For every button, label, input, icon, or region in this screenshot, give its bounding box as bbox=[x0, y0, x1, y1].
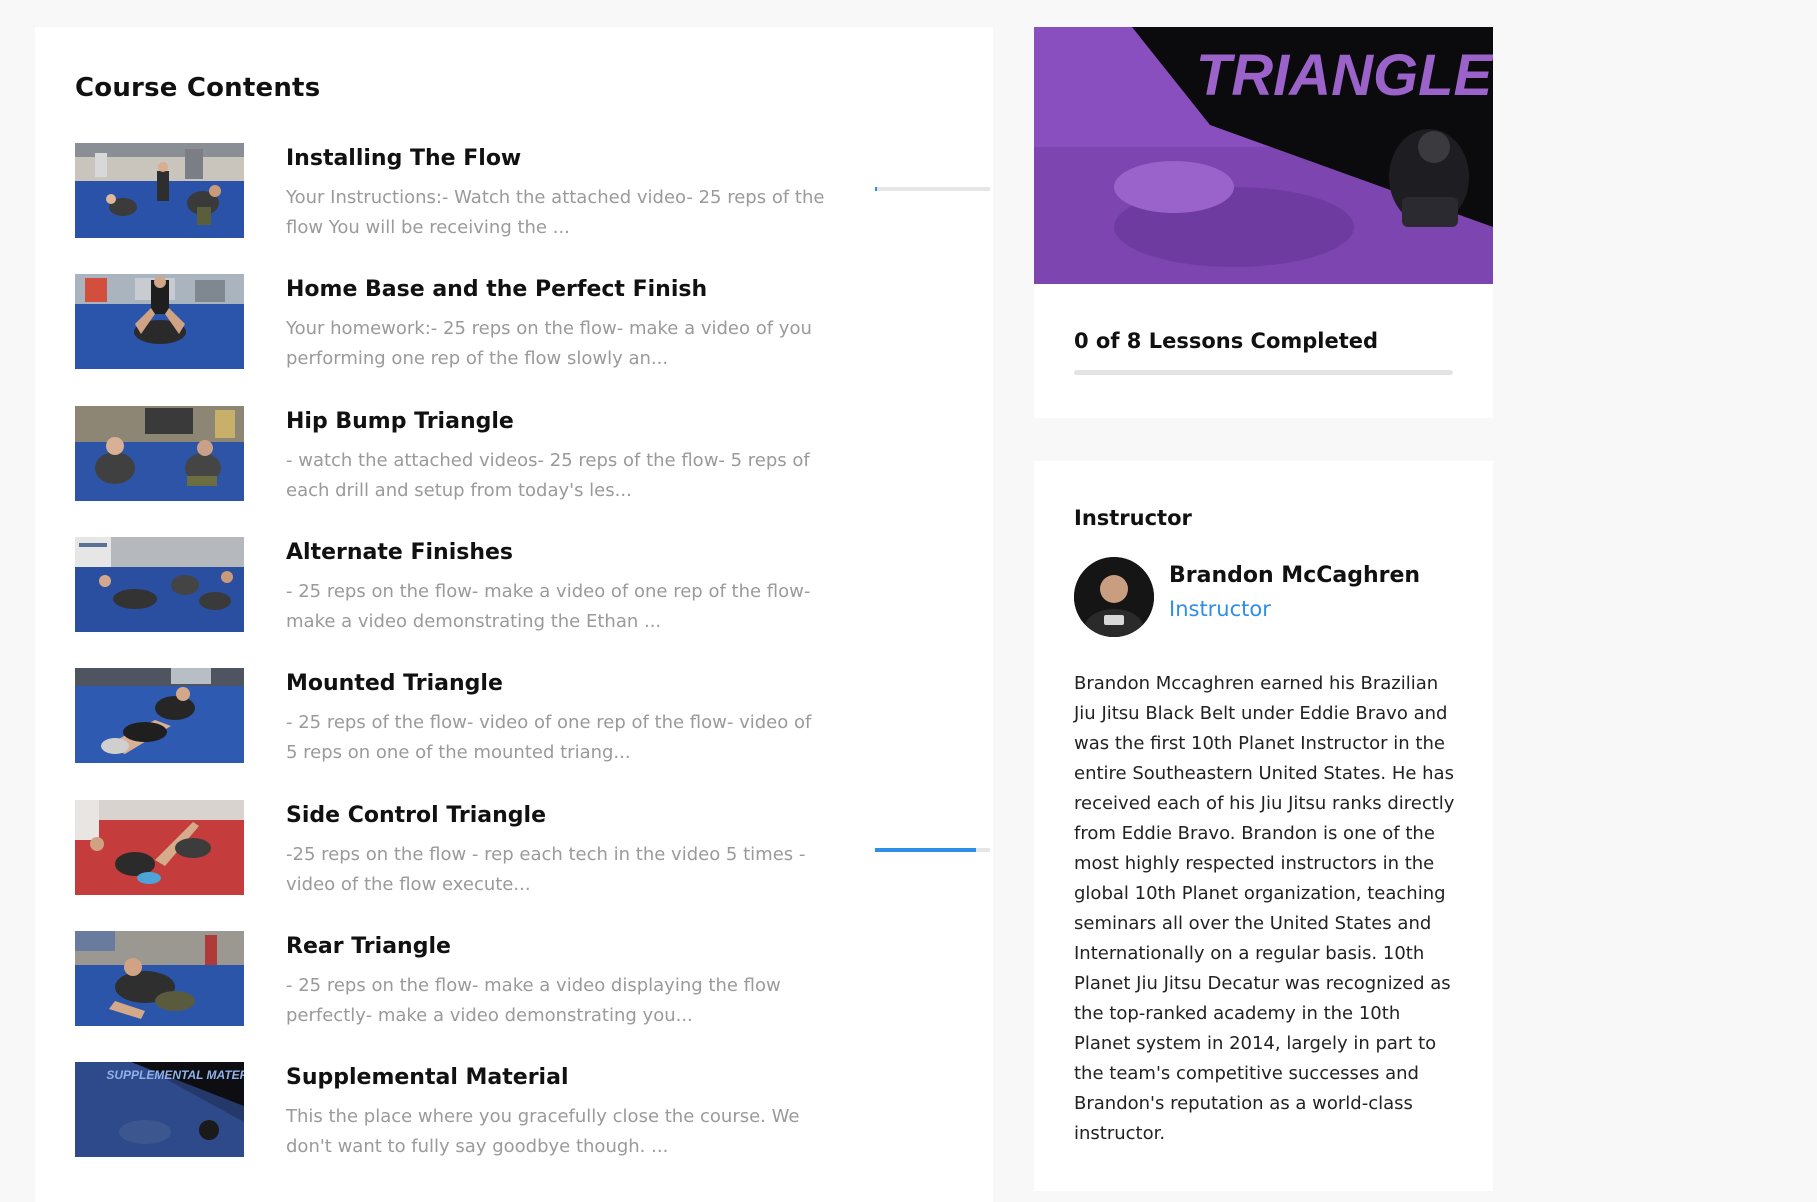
banner-title: TRIANGLE bbox=[1196, 43, 1493, 108]
lesson-description: This the place where you gracefully clos… bbox=[286, 1106, 800, 1157]
instructor-role[interactable]: Instructor bbox=[1169, 597, 1271, 621]
instructor-name[interactable]: Brandon McCaghren bbox=[1169, 563, 1420, 588]
thumbnail-text: SUPPLEMENTAL MATERIAL bbox=[106, 1068, 244, 1082]
lesson-progress-fill bbox=[875, 187, 878, 191]
lesson-thumbnail[interactable] bbox=[75, 274, 244, 369]
lesson-progress-fill bbox=[875, 848, 977, 852]
lesson-progress-bar bbox=[875, 848, 990, 852]
lesson-title[interactable]: Rear Triangle bbox=[286, 934, 451, 959]
course-banner[interactable]: TRIANGLE bbox=[1034, 27, 1493, 284]
lesson-title[interactable]: Home Base and the Perfect Finish bbox=[286, 277, 707, 302]
avatar[interactable] bbox=[1074, 557, 1154, 637]
lesson-thumbnail[interactable] bbox=[75, 931, 244, 1026]
instructor-bio: Brandon Mccaghren earned his Brazilian J… bbox=[1074, 673, 1455, 1144]
lesson-title[interactable]: Mounted Triangle bbox=[286, 671, 503, 696]
lesson-description: - 25 reps on the flow- make a video of o… bbox=[286, 581, 811, 632]
lesson-description: - 25 reps on the flow- make a video disp… bbox=[286, 975, 781, 1026]
instructor-card: Instructor Brandon McCaghren Instructor … bbox=[1034, 461, 1493, 1191]
lesson-title[interactable]: Alternate Finishes bbox=[286, 540, 513, 565]
lesson-description: - 25 reps of the flow- video of one rep … bbox=[286, 712, 812, 763]
lesson-item[interactable]: Installing The Flow Your Instructions:- … bbox=[75, 143, 990, 239]
lesson-description: Your Instructions:- Watch the attached v… bbox=[286, 187, 825, 238]
course-contents-heading: Course Contents bbox=[75, 73, 321, 103]
lesson-progress-bar bbox=[875, 187, 990, 191]
course-progress-card: TRIANGLE 0 of 8 Lessons Completed bbox=[1034, 27, 1493, 418]
course-progress-bar bbox=[1074, 370, 1453, 375]
course-contents-card: Course Contents Installing The Flow Your… bbox=[35, 27, 993, 1202]
lesson-title[interactable]: Hip Bump Triangle bbox=[286, 409, 514, 434]
lesson-description: Your homework:- 25 reps on the flow- mak… bbox=[286, 318, 812, 369]
lesson-thumbnail[interactable] bbox=[75, 800, 244, 895]
lesson-description: - watch the attached videos- 25 reps of … bbox=[286, 450, 810, 501]
lesson-item[interactable]: Side Control Triangle -25 reps on the fl… bbox=[75, 800, 990, 896]
lesson-item[interactable]: SUPPLEMENTAL MATERIAL Supplemental Mater… bbox=[75, 1062, 965, 1158]
lesson-thumbnail[interactable] bbox=[75, 406, 244, 501]
lesson-item[interactable]: Home Base and the Perfect Finish Your ho… bbox=[75, 274, 965, 370]
lesson-thumbnail[interactable] bbox=[75, 537, 244, 632]
lesson-item[interactable]: Hip Bump Triangle - watch the attached v… bbox=[75, 406, 965, 502]
lesson-item[interactable]: Rear Triangle - 25 reps on the flow- mak… bbox=[75, 931, 965, 1027]
lesson-description: -25 reps on the flow - rep each tech in … bbox=[286, 844, 806, 895]
lesson-thumbnail[interactable]: SUPPLEMENTAL MATERIAL bbox=[75, 1062, 244, 1157]
lesson-title[interactable]: Supplemental Material bbox=[286, 1065, 569, 1090]
lesson-title[interactable]: Side Control Triangle bbox=[286, 803, 546, 828]
lesson-item[interactable]: Alternate Finishes - 25 reps on the flow… bbox=[75, 537, 965, 633]
lesson-title[interactable]: Installing The Flow bbox=[286, 146, 521, 171]
lessons-completed-label: 0 of 8 Lessons Completed bbox=[1074, 329, 1379, 353]
lesson-thumbnail[interactable] bbox=[75, 143, 244, 238]
lesson-item[interactable]: Mounted Triangle - 25 reps of the flow- … bbox=[75, 668, 965, 764]
lesson-thumbnail[interactable] bbox=[75, 668, 244, 763]
instructor-heading: Instructor bbox=[1074, 506, 1192, 530]
